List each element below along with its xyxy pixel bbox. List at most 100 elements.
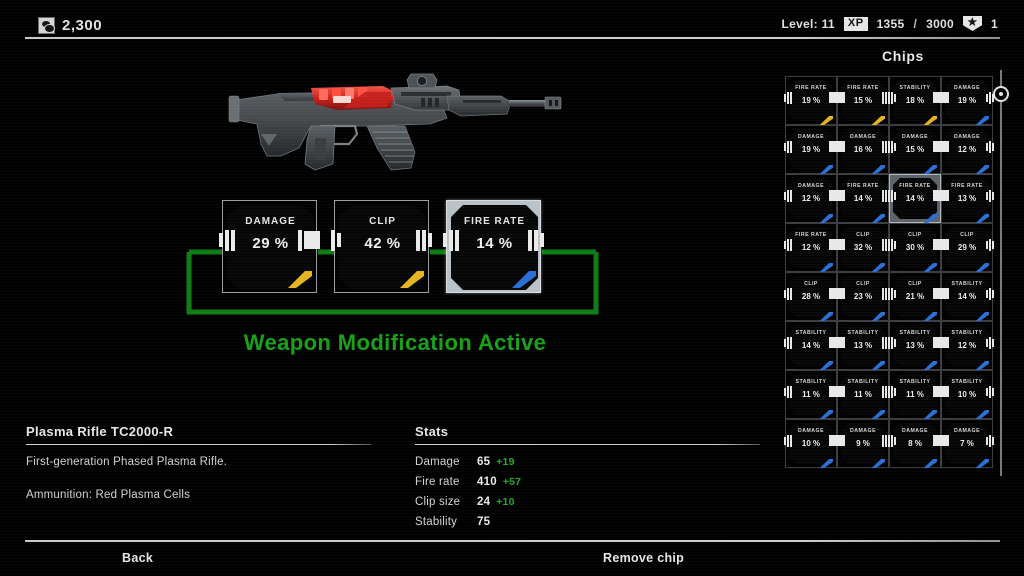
chip-pin	[992, 240, 994, 249]
mod-slot-damage[interactable]: DAMAGE 29 %	[219, 200, 320, 293]
chip-pin	[787, 434, 789, 447]
chip-rarity-stripe	[818, 357, 833, 370]
chip-pin	[790, 287, 792, 300]
chips-scrollbar-handle[interactable]	[993, 86, 1009, 102]
chip-connector-pins	[940, 336, 949, 349]
stat-name: Stability	[415, 516, 458, 528]
chip-item[interactable]: STABILITY 13 %	[836, 321, 890, 370]
xp-icon: XP	[843, 16, 868, 31]
chip-rarity-stripe	[922, 357, 937, 370]
chip-item[interactable]: STABILITY 11 %	[836, 370, 890, 419]
chip-value: 14 %	[957, 292, 977, 301]
chip-connector-pins	[528, 229, 544, 251]
chip-item[interactable]: FIRE RATE 13 %	[940, 174, 994, 223]
chip-pin	[986, 289, 988, 298]
chip-item[interactable]: STABILITY 12 %	[940, 321, 994, 370]
xp-max: 3000	[926, 16, 955, 31]
chip-item[interactable]: CLIP 29 %	[940, 223, 994, 272]
back-button[interactable]: Back	[122, 551, 153, 565]
chip-pin	[894, 93, 896, 102]
chip-item[interactable]: STABILITY 10 %	[940, 370, 994, 419]
chip-rarity-stripe	[974, 259, 989, 272]
chip-pin	[885, 189, 887, 202]
chip-value: 12 %	[801, 194, 821, 203]
chip-connector-pins	[986, 238, 994, 251]
chip-pin	[784, 289, 786, 298]
chip-pin	[888, 142, 890, 151]
chip-item[interactable]: CLIP 30 %	[888, 223, 942, 272]
chip-rarity-stripe	[870, 406, 885, 419]
chip-rarity-stripe	[922, 210, 937, 223]
chip-item[interactable]: DAMAGE 8 %	[888, 419, 942, 468]
chip-pin	[891, 140, 893, 153]
chip-connector-pins	[940, 434, 949, 447]
stat-bonus: +19	[496, 456, 515, 468]
chip-item[interactable]: STABILITY 13 %	[888, 321, 942, 370]
chip-pin	[888, 289, 890, 298]
stat-row: Damage 65 +19	[415, 456, 760, 468]
level-label: Level: 11	[781, 16, 835, 31]
chip-pin	[891, 189, 893, 202]
chip-item[interactable]: CLIP 21 %	[888, 272, 942, 321]
chip-pin	[940, 141, 949, 152]
header-divider	[25, 37, 1000, 39]
chips-inventory-grid[interactable]: FIRE RATE 19 % FIRE RATE 15 % STABILITY 18 % D…	[784, 76, 994, 468]
chip-pin	[940, 190, 949, 201]
chips-scrollbar-track[interactable]	[1000, 70, 1002, 476]
chip-item[interactable]: DAMAGE 19 %	[784, 125, 838, 174]
chip-connector-pins	[986, 434, 994, 447]
chip-connector-pins	[443, 229, 459, 251]
chip-label: DAMAGE	[849, 134, 877, 140]
chip-pin	[986, 93, 988, 102]
plasma-rifle-render	[215, 52, 575, 192]
chip-pin	[787, 238, 789, 251]
chip-item[interactable]: DAMAGE 9 %	[836, 419, 890, 468]
chip-connector-pins	[888, 336, 896, 349]
chip-item[interactable]: STABILITY 14 %	[940, 272, 994, 321]
chip-value: 11 %	[906, 390, 924, 399]
chip-item[interactable]: STABILITY 14 %	[784, 321, 838, 370]
chip-item[interactable]: FIRE RATE 14 %	[836, 174, 890, 223]
chip-item[interactable]: DAMAGE 15 %	[888, 125, 942, 174]
chip-item[interactable]: DAMAGE 12 %	[784, 174, 838, 223]
currency-display: 2,300	[38, 17, 102, 34]
chip-item[interactable]: FIRE RATE 15 %	[836, 76, 890, 125]
chip-rarity-stripe	[509, 269, 536, 288]
chip-item[interactable]: DAMAGE 19 %	[940, 76, 994, 125]
chip-value: 21 %	[905, 292, 925, 301]
chip-pin	[894, 289, 896, 298]
chip-item[interactable]: STABILITY 18 %	[888, 76, 942, 125]
chip-connector-pins	[784, 434, 792, 447]
chip-item[interactable]: DAMAGE 16 %	[836, 125, 890, 174]
weapon-model-svg	[228, 73, 562, 171]
chip-item[interactable]: DAMAGE 7 %	[940, 419, 994, 468]
chip-item[interactable]: STABILITY 11 %	[784, 370, 838, 419]
currency-amount: 2,300	[62, 17, 103, 34]
chip-item[interactable]: CLIP 32 %	[836, 223, 890, 272]
chip-connector-pins	[836, 91, 845, 104]
star-icon	[963, 16, 983, 31]
chip-item[interactable]: DAMAGE 10 %	[784, 419, 838, 468]
chip-pin	[989, 434, 991, 447]
chip-item[interactable]: CLIP 28 %	[784, 272, 838, 321]
mod-slot-fire-rate[interactable]: FIRE RATE 14 %	[443, 200, 544, 293]
remove-chip-button[interactable]: Remove chip	[603, 551, 684, 565]
chip-pin	[416, 229, 420, 251]
chip-value: 18 %	[905, 96, 925, 105]
chip-connector-pins	[940, 189, 949, 202]
chip-pin	[784, 191, 786, 200]
stat-name: Clip size	[415, 496, 461, 508]
chip-item[interactable]: CLIP 23 %	[836, 272, 890, 321]
chip-item[interactable]: FIRE RATE 14 %	[888, 174, 942, 223]
chip-rarity-stripe	[818, 406, 833, 419]
mod-slot-clip[interactable]: CLIP 42 %	[331, 200, 432, 293]
weapon-modification-status: Weapon Modification Active	[243, 330, 547, 355]
chip-item[interactable]: FIRE RATE 19 %	[784, 76, 838, 125]
chip-item[interactable]: STABILITY 11 %	[888, 370, 942, 419]
chip-pin	[940, 337, 949, 348]
weapon-description: First-generation Phased Plasma Rifle.	[26, 456, 228, 468]
chip-item[interactable]: FIRE RATE 12 %	[784, 223, 838, 272]
chip-item[interactable]: DAMAGE 12 %	[940, 125, 994, 174]
stat-value: 24	[477, 496, 491, 508]
chip-pin	[784, 142, 786, 151]
